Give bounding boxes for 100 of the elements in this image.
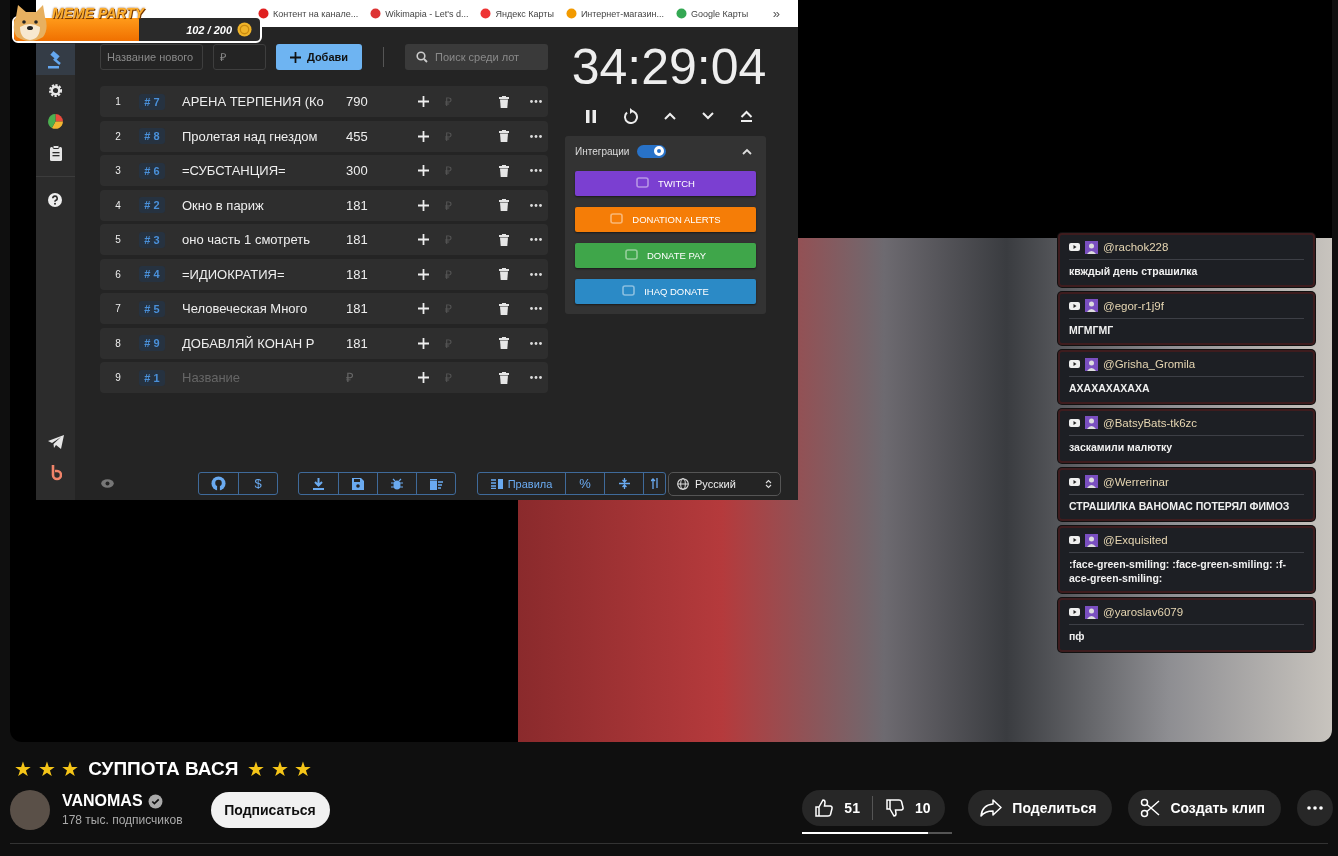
subscriber-count: 178 тыс. подписчиков (62, 813, 183, 827)
lot-amount-field[interactable]: 181 (346, 301, 396, 316)
more-button[interactable] (1297, 790, 1333, 826)
integrations-toggle[interactable] (637, 144, 667, 158)
bookmark-link[interactable]: Wikimapia - Let's d... (370, 8, 469, 19)
plus-icon[interactable] (418, 165, 429, 176)
dislike-button[interactable]: 10 (872, 790, 943, 826)
eye-icon[interactable] (101, 479, 114, 488)
trash-icon[interactable] (499, 302, 509, 315)
chat-username: @BatsyBats-tk6zc (1103, 416, 1198, 429)
scissors-icon (1140, 798, 1161, 818)
more-icon[interactable] (530, 341, 542, 345)
lot-name-field[interactable]: Название (182, 370, 332, 385)
chevron-up-icon[interactable] (742, 147, 752, 155)
more-icon[interactable] (530, 203, 542, 207)
lot-amount-field[interactable]: 181 (346, 197, 396, 213)
bookmarks-more[interactable]: » (772, 6, 780, 21)
plus-icon[interactable] (418, 372, 429, 383)
subscribe-button[interactable]: Подписаться (210, 792, 330, 828)
avatar-icon (1085, 416, 1098, 430)
trash-icon[interactable] (499, 95, 509, 108)
plus-icon[interactable] (418, 268, 429, 280)
plus-icon[interactable] (418, 130, 429, 142)
bookmark-link[interactable]: Яндекс Карты (480, 8, 554, 19)
reset-icon[interactable] (623, 108, 638, 124)
plus-icon[interactable] (418, 96, 429, 107)
brand-logo-icon[interactable] (49, 464, 62, 481)
lot-amount-field[interactable]: 181 (346, 232, 396, 247)
share-icon (980, 799, 1003, 817)
more-icon[interactable] (530, 238, 542, 241)
lot-name-field[interactable]: Окно в париж (182, 197, 332, 213)
video-icon (1069, 608, 1080, 617)
amount-field[interactable]: ₽ (213, 44, 266, 70)
lot-name-field[interactable]: =ИДИОКРАТИЯ= (182, 266, 332, 282)
download-icon (313, 477, 324, 490)
timer: 34:29:04 (571, 42, 767, 92)
rules-button[interactable]: Правила (478, 473, 565, 494)
bookmark-link[interactable]: Google Карты (675, 8, 749, 19)
create-clip-button[interactable]: Создать клип (1128, 790, 1281, 826)
lot-amount-field[interactable]: 181 (346, 266, 396, 282)
more-icon[interactable] (530, 272, 542, 276)
eject-icon[interactable] (740, 110, 753, 122)
chat-username: @yaroslav6079 (1103, 606, 1184, 619)
lot-number: 7 (114, 303, 122, 314)
lot-tag: # 9 (139, 335, 165, 351)
lot-name-field[interactable]: АРЕНА ТЕРПЕНИЯ (Ко (182, 94, 332, 109)
trash-icon[interactable] (499, 164, 509, 177)
more-icon[interactable] (530, 134, 542, 138)
plus-icon[interactable] (418, 303, 429, 314)
favicon-icon (370, 8, 382, 19)
plus-icon[interactable] (418, 199, 429, 211)
integration-button[interactable]: IHAQ DONATE (575, 279, 756, 304)
lot-amount-field[interactable]: ₽ (346, 370, 396, 385)
lot-amount-field[interactable]: 790 (346, 94, 396, 109)
lot-name-field[interactable]: ДОБАВЛЯЙ КОНАН Р (182, 335, 332, 351)
trash-icon[interactable] (499, 130, 509, 142)
language-select[interactable]: Русский (668, 471, 781, 496)
lot-name-field[interactable]: Пролетая над гнездом (182, 128, 332, 144)
lot-name-field[interactable]: =СУБСТАНЦИЯ= (182, 163, 332, 178)
avatar-icon (1085, 475, 1098, 489)
chevron-down-icon[interactable] (702, 112, 714, 120)
channel-avatar[interactable] (10, 790, 50, 830)
more-icon[interactable] (530, 100, 542, 103)
like-button[interactable]: 51 (802, 790, 872, 826)
add-button[interactable]: Добави (276, 44, 362, 70)
chevron-up-icon[interactable] (664, 112, 676, 120)
bookmark-link[interactable]: Интернет-магазин... (565, 8, 664, 19)
lot-name-field[interactable]: Человеческая Много (182, 301, 332, 316)
more-icon[interactable] (530, 376, 542, 379)
trash-icon[interactable] (499, 199, 509, 211)
telegram-icon[interactable] (47, 434, 64, 449)
chat-message-text: МГМГМГ (1069, 323, 1115, 338)
trash-icon[interactable] (499, 268, 509, 280)
lot-tag: # 7 (139, 93, 165, 110)
integration-button[interactable]: TWITCH (575, 171, 756, 196)
lot-name-field[interactable]: Название нового (100, 44, 203, 70)
search-field[interactable]: Поиск среди лот (405, 44, 548, 70)
plus-icon[interactable] (418, 234, 429, 245)
plus-icon[interactable] (418, 337, 429, 349)
trash-icon[interactable] (499, 233, 509, 246)
channel-name[interactable]: VANOMAS (62, 792, 143, 810)
more-icon[interactable] (530, 307, 542, 310)
lot-amount-field[interactable]: 181 (346, 335, 396, 351)
pause-icon[interactable] (585, 109, 597, 123)
share-button[interactable]: Поделиться (968, 790, 1113, 826)
lot-amount-field[interactable]: 455 (346, 128, 396, 144)
donate-button[interactable]: $ (238, 473, 277, 494)
chat-message-text: пф (1069, 630, 1086, 645)
bookmark-link[interactable]: Контент на канале... (258, 8, 359, 19)
lot-amount-field[interactable]: 300 (346, 163, 396, 178)
sort-icon (650, 478, 659, 489)
lot-name-field[interactable]: оно часть 1 смотреть (182, 232, 332, 247)
pie-chart-icon (47, 113, 64, 130)
more-icon[interactable] (530, 169, 542, 172)
gavel-tab[interactable] (36, 44, 75, 75)
split-icon (618, 478, 630, 489)
percent-button[interactable]: % (565, 473, 604, 494)
trash-icon[interactable] (499, 337, 509, 349)
trash-icon[interactable] (499, 371, 509, 384)
favicon-icon (675, 8, 687, 19)
